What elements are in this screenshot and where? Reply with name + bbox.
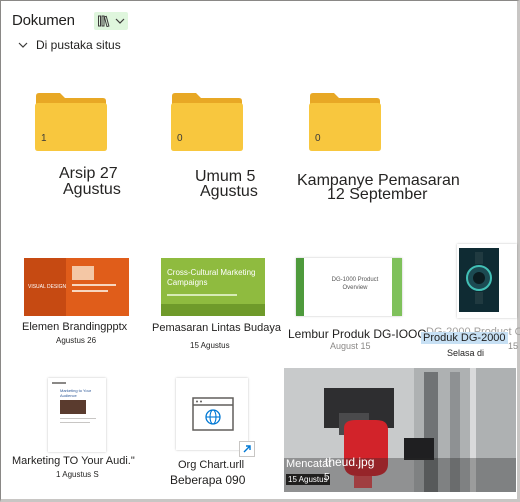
doc-line: [60, 418, 96, 419]
file-name[interactable]: Pemasaran Lintas Budaya: [152, 322, 281, 334]
product-image: [459, 248, 499, 312]
file-date-ghost: 15 AG: [508, 341, 520, 351]
file-date: 1 Agustus S: [56, 470, 99, 479]
folder-icon: 1: [34, 90, 108, 152]
file-thumbnail[interactable]: [457, 244, 517, 318]
chevron-down-icon: [18, 42, 28, 48]
slide-image: [72, 266, 94, 280]
section-toggle[interactable]: Di pustaka situs: [18, 38, 121, 52]
file-name[interactable]: Lembur Produk DG-IOOO: [288, 327, 427, 341]
doc-line: [60, 422, 90, 423]
folder-date: 12 September: [327, 186, 428, 203]
slide-line: [167, 294, 237, 296]
file-date-suffix: 5: [324, 472, 330, 483]
file-name[interactable]: Elemen Brandingpptx: [22, 321, 127, 333]
section-label: Di pustaka situs: [36, 38, 121, 52]
file-thumbnail[interactable]: [176, 378, 248, 450]
folder-tile[interactable]: 0: [308, 90, 398, 152]
file-date: Agustus 26: [56, 336, 97, 345]
folder-date: Agustus: [200, 183, 258, 200]
file-date: Beberapa 090: [170, 473, 246, 487]
slide-line: [72, 290, 108, 292]
doc-title: Marketing to Your Audience: [60, 388, 92, 398]
folder-item-count: 1: [41, 133, 47, 144]
file-thumbnail[interactable]: DG-1000 Product Overview: [296, 258, 402, 316]
folder-date: Agustus: [63, 181, 121, 198]
file-name[interactable]: Org Chart.urll: [178, 459, 244, 471]
page-title[interactable]: Dokumen: [12, 12, 75, 29]
library-view-icon: [98, 15, 110, 27]
slide-line: [72, 284, 116, 286]
folder-icon: 0: [170, 90, 244, 152]
file-thumbnail[interactable]: VISUAL DESIGN: [24, 258, 129, 316]
slide-title: DG-1000 Product Overview: [331, 277, 379, 291]
slide-title: Cross-Cultural Marketing Campaigns: [167, 268, 256, 287]
doc-image: [60, 400, 86, 414]
view-switcher-button[interactable]: [94, 12, 128, 30]
file-date: August 15: [330, 341, 371, 351]
shortcut-arrow-icon: [239, 441, 255, 457]
folder-item-count: 0: [315, 133, 321, 144]
file-name[interactable]: Produk DG-2000: [421, 332, 508, 344]
slide-accent: [392, 258, 402, 316]
folder-icon: 0: [308, 90, 382, 152]
file-name[interactable]: Marketing TO Your Audi.": [12, 455, 135, 467]
file-thumbnail[interactable]: Cross-Cultural Marketing Campaigns: [161, 258, 265, 316]
folder-tile[interactable]: 0: [170, 90, 260, 152]
file-date: Selasa di: [447, 348, 485, 358]
folder-item-count: 0: [177, 133, 183, 144]
folder-tile[interactable]: 1: [34, 90, 124, 152]
slide-accent: [296, 258, 304, 316]
chevron-down-icon: [115, 18, 125, 24]
file-date: 15 Agustus: [190, 341, 230, 350]
slide-footer: [161, 304, 265, 316]
file-thumbnail[interactable]: Marketing to Your Audience: [48, 378, 106, 452]
globe-icon: [192, 397, 234, 431]
slide-title: VISUAL DESIGN: [28, 284, 67, 290]
file-name-overlay: theud.jpg: [325, 455, 375, 469]
doc-line: [52, 382, 66, 384]
